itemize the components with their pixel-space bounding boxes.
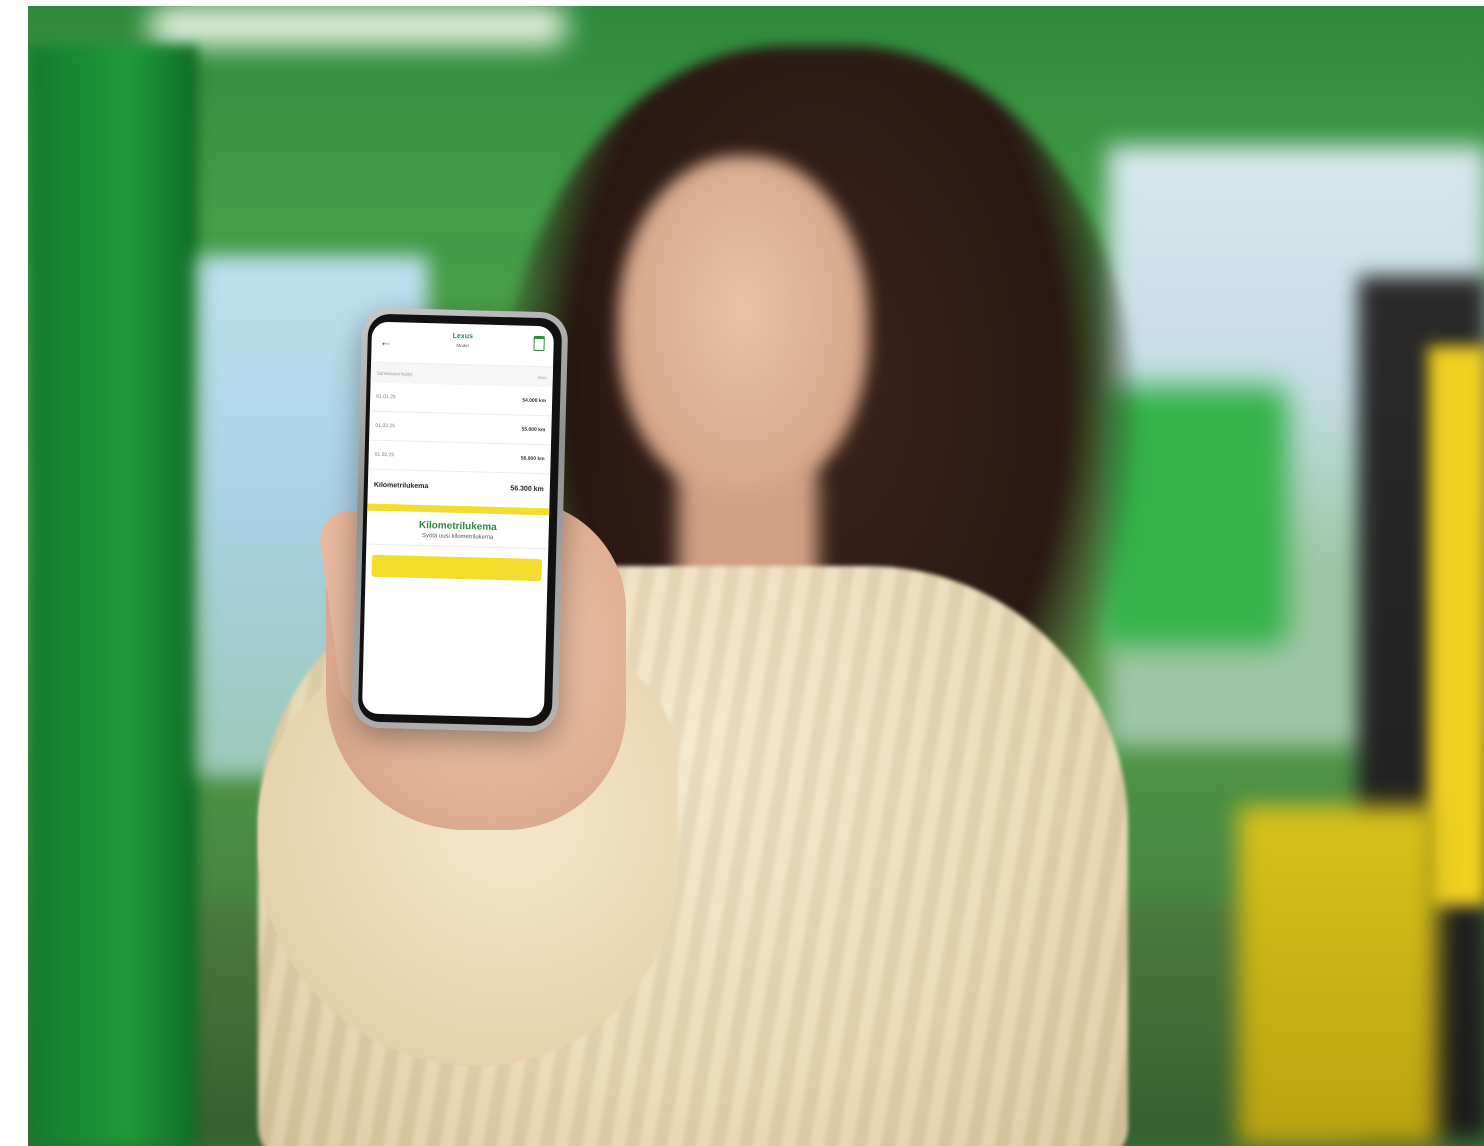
green-pillar — [28, 46, 198, 1146]
cancel-link[interactable] — [371, 593, 541, 597]
list-item[interactable]: 01.02.25 56.000 km — [368, 440, 551, 475]
trash-icon[interactable] — [533, 335, 545, 352]
ceiling-light — [148, 6, 568, 46]
phone-screen: ← Lexus Model Sähköisesti lisätyt Arvo 0… — [361, 321, 555, 719]
list-header-left: Sähköisesti lisätyt — [376, 370, 413, 377]
row-date: 01.03.25 — [375, 422, 395, 430]
face — [618, 156, 868, 496]
row-date: 01.02.25 — [374, 451, 395, 459]
list-item[interactable]: 01.01.25 54.000 km — [369, 382, 553, 417]
app-header: ← Lexus Model — [371, 321, 555, 368]
smartphone: ← Lexus Model Sähköisesti lisätyt Arvo 0… — [351, 307, 569, 733]
input-sheet: Kilometrilukema Syötä uusi kilometriluke… — [365, 511, 549, 582]
vehicle-subtitle: Model — [456, 342, 469, 349]
background-photo — [28, 6, 1484, 1146]
yellow-pump-base — [1238, 806, 1438, 1146]
row-value: 55.000 km — [521, 426, 546, 434]
total-value: 56.300 km — [510, 484, 544, 493]
total-label: Kilometrilukema — [373, 481, 429, 490]
list-item[interactable]: 01.03.25 55.000 km — [369, 411, 552, 446]
save-button[interactable] — [371, 554, 543, 582]
total-row: Kilometrilukema 56.300 km — [368, 470, 551, 505]
row-date: 01.01.25 — [376, 393, 396, 401]
row-value: 56.000 km — [520, 455, 545, 463]
row-value: 54.000 km — [522, 397, 547, 405]
divider — [366, 543, 549, 550]
list-header-right: Arvo — [537, 374, 547, 380]
